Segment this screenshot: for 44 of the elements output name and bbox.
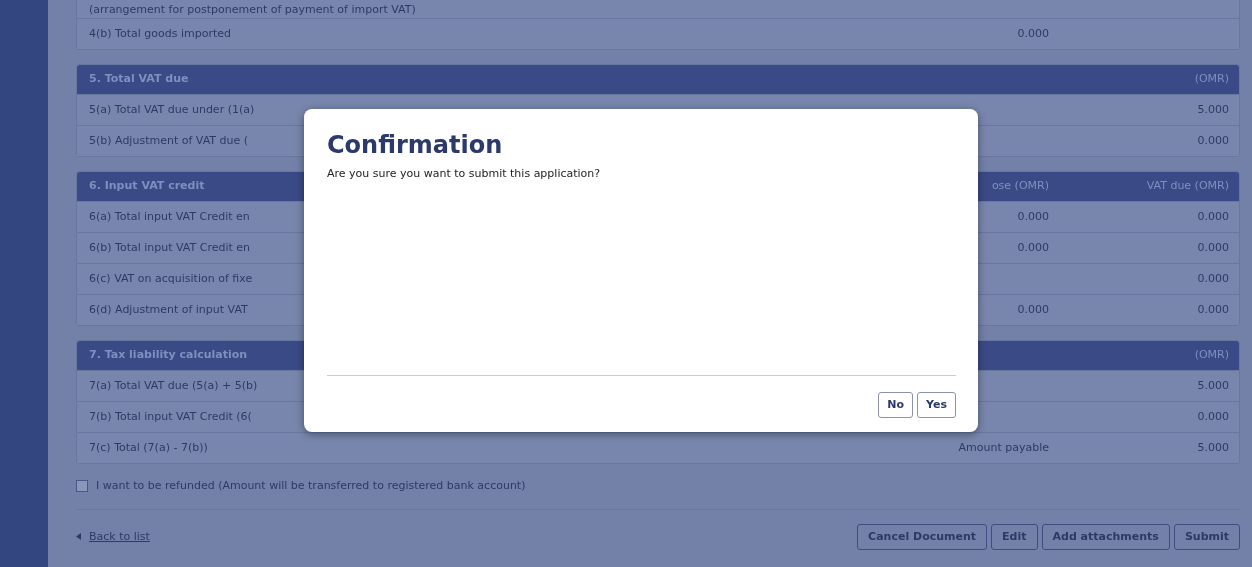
section-header-title: 7. Tax liability calculation	[89, 347, 248, 364]
row-value: 0.000	[1196, 301, 1229, 318]
row-label: 4(b) Total goods imported	[89, 25, 231, 42]
column-header: VAT due (OMR)	[1145, 178, 1229, 195]
row-label: (arrangement for postponement of payment of import VAT)	[89, 1, 416, 18]
row-value: 0.000	[1016, 25, 1049, 42]
refund-label: I want to be refunded (Amount will be transferred to registered bank account)	[96, 478, 526, 494]
back-to-list-link[interactable]: Back to list	[89, 528, 150, 545]
dialog-title: Confirmation	[327, 131, 504, 160]
row-label: 6(a) Total input VAT Credit en	[89, 208, 250, 225]
dialog-button[interactable]: No	[878, 391, 914, 418]
row-value: 0.000	[1016, 208, 1049, 225]
row-value: 5.000	[1196, 377, 1229, 394]
row-label: 7(a) Total VAT due (5(a) + 5(b)	[89, 377, 258, 394]
row-label: 7(c) Total (7(a) - 7(b))	[89, 439, 208, 456]
row-label: 6(d) Adjustment of input VAT	[89, 301, 248, 318]
row-value: 0.000	[1016, 301, 1049, 318]
action-button[interactable]: Cancel Document	[857, 523, 988, 550]
row-value: 5.000	[1196, 101, 1229, 118]
dialog-message: Are you sure you want to submit this application?	[327, 165, 602, 182]
row-value: Amount payable	[957, 439, 1049, 456]
action-button[interactable]: Submit	[1173, 523, 1240, 550]
section-header-title: 6. Input VAT credit	[89, 178, 205, 195]
column-header: (OMR)	[1193, 347, 1229, 364]
dialog-button[interactable]: Yes	[917, 391, 956, 418]
action-button[interactable]: Add attachments	[1041, 523, 1170, 550]
row-label: 6(c) VAT on acquisition of fixe	[89, 270, 253, 287]
row-value: 0.000	[1196, 132, 1229, 149]
section-header-title: 5. Total VAT due	[89, 71, 189, 88]
row-label: 7(b) Total input VAT Credit (6(	[89, 408, 252, 425]
row-label: 6(b) Total input VAT Credit en	[89, 239, 251, 256]
row-value: 0.000	[1016, 239, 1049, 256]
row-value: 5.000	[1196, 439, 1229, 456]
row-value: 0.000	[1196, 239, 1229, 256]
row-label: 5(a) Total VAT due under (1(a)	[89, 101, 255, 118]
row-value: 0.000	[1196, 270, 1229, 287]
checkbox[interactable]	[76, 480, 88, 493]
column-header: ose (OMR)	[990, 178, 1049, 195]
row-value: 0.000	[1196, 408, 1229, 425]
action-button[interactable]: Edit	[991, 523, 1038, 550]
caret-icon	[76, 533, 81, 541]
row-value: 0.000	[1196, 208, 1229, 225]
row-label: 5(b) Adjustment of VAT due (	[89, 132, 249, 149]
column-header: (OMR)	[1193, 71, 1229, 88]
